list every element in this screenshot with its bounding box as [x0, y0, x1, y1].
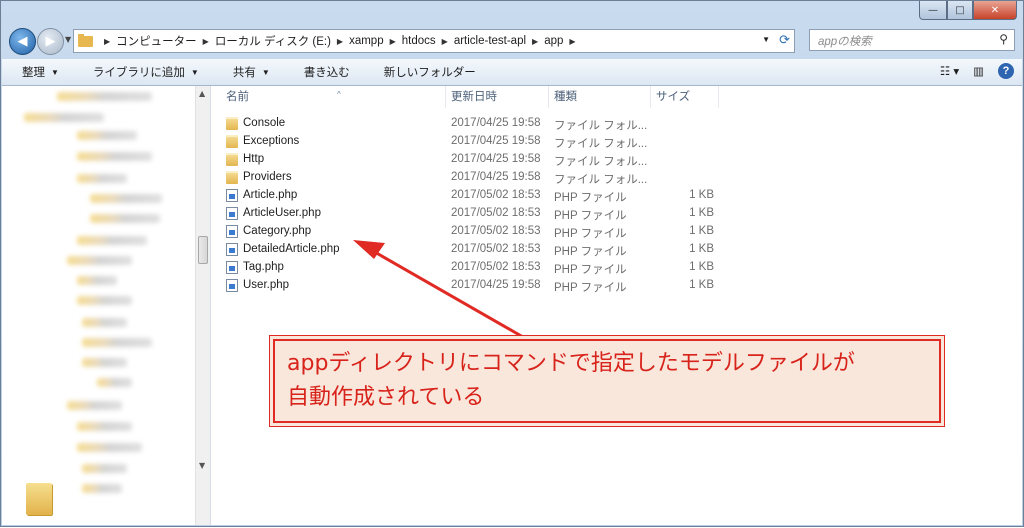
- annotation-callout: appディレクトリにコマンドで指定したモデルファイルが 自動作成されている: [273, 339, 941, 423]
- explorer-window: — □ ✕ ◀ ▶ ▼ ▶ コンピューター ▶ ローカル ディスク (E:) ▶…: [0, 0, 1024, 527]
- annotation-line-1: appディレクトリにコマンドで指定したモデルファイルが: [287, 351, 855, 376]
- annotation-arrow: [353, 240, 524, 339]
- annotation-line-2: 自動作成されている: [287, 385, 485, 410]
